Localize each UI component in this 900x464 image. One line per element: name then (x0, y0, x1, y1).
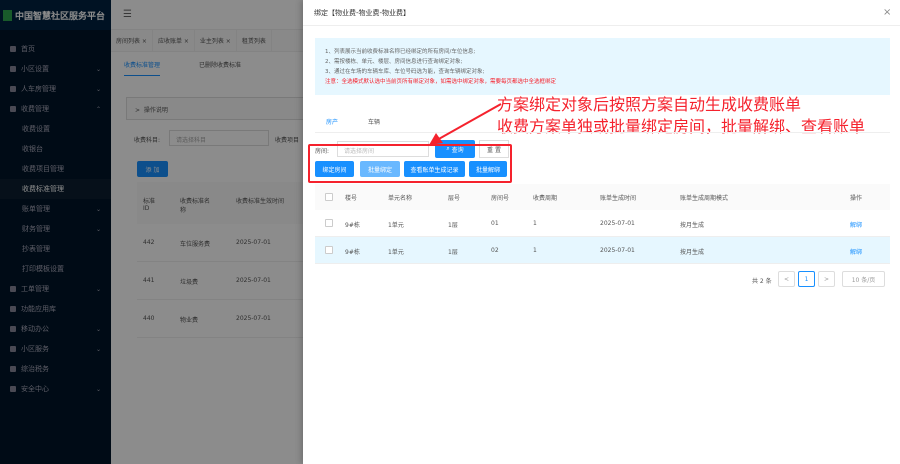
table-cell: 按月生成 (680, 249, 705, 256)
table-cell: 1层 (448, 222, 458, 229)
table-cell: 9#栋 (345, 249, 360, 256)
unbind-link[interactable]: 解绑 (850, 247, 862, 256)
tab-property[interactable]: 房产 (323, 117, 342, 133)
col-header: 单元名称 (388, 195, 413, 202)
table-cell: 1层 (448, 249, 458, 256)
page-1-button[interactable]: 1 (798, 271, 815, 287)
table-cell: 2025-07-01 (600, 247, 635, 254)
table-cell: 01 (491, 220, 499, 227)
col-header: 收费周期 (533, 195, 558, 202)
table-cell: 9#栋 (345, 222, 360, 229)
tab-vehicle[interactable]: 车辆 (368, 117, 380, 126)
row-checkbox[interactable] (325, 246, 333, 254)
annotation-arrow-icon (429, 103, 502, 145)
bind-drawer: 绑定【物业费-物业费-物业费】 × 1、列表展示当前收费标准名称已经绑定的所有房… (303, 0, 900, 464)
pagination-total: 共 2 条 (752, 278, 772, 285)
table-cell: 1 (533, 247, 537, 254)
col-header: 楼号 (345, 195, 358, 202)
table-cell: 02 (491, 247, 499, 254)
close-icon[interactable]: × (883, 7, 891, 18)
unbind-link[interactable]: 解绑 (850, 220, 862, 229)
table-row: 9#栋 1单元 1层 02 1 2025-07-01 按月生成 解绑 (315, 237, 890, 264)
modal-mask[interactable] (0, 0, 303, 464)
prev-page-button[interactable]: < (778, 271, 795, 287)
table-cell: 1单元 (388, 222, 404, 229)
info-line: 1、列表展示当前收费标准名称已经绑定的所有房间/车位信息; (325, 49, 476, 55)
table-cell: 2025-07-01 (600, 220, 635, 227)
drawer-title: 绑定【物业费-物业费-物业费】 (314, 9, 411, 17)
warning-line: 注意：全选模式默认选中当前页所有绑定对象，如需选中绑定对象，需要每页都选中全选框… (325, 79, 557, 85)
col-header: 房间号 (491, 195, 510, 202)
col-header: 操作 (850, 195, 863, 202)
col-header: 账单生成周期模式 (680, 195, 729, 202)
tabs-divider (315, 132, 890, 133)
row-checkbox[interactable] (325, 219, 333, 227)
annotation-line-2: 收费方案单独或批量绑定房间，批量解绑、查看账单 (497, 117, 866, 136)
next-page-button[interactable]: > (818, 271, 835, 287)
table-cell: 1单元 (388, 249, 404, 256)
select-all-checkbox[interactable] (325, 193, 333, 201)
col-header: 层号 (448, 195, 461, 202)
table-cell: 1 (533, 220, 537, 227)
col-header: 账单生成时间 (600, 195, 637, 202)
info-alert: 1、列表展示当前收费标准名称已经绑定的所有房间/车位信息; 2、需按楼栋、单元、… (315, 38, 890, 95)
table-row: 9#栋 1单元 1层 01 1 2025-07-01 按月生成 解绑 (315, 210, 890, 237)
annotation-line-1: 方案绑定对象后按照方案自动生成收费账单 (497, 95, 802, 114)
table-cell: 按月生成 (680, 222, 705, 229)
info-line: 3、通过在车场的车辆车库、车位号码选为能，查询车辆绑定对象; (325, 69, 485, 75)
drawer-header: 绑定【物业费-物业费-物业费】 × (303, 0, 900, 26)
page-size-select[interactable]: 10 条/页 (842, 271, 885, 287)
info-line: 2、需按楼栋、单元、楼层、房间信息进行查询绑定对象; (325, 59, 463, 65)
